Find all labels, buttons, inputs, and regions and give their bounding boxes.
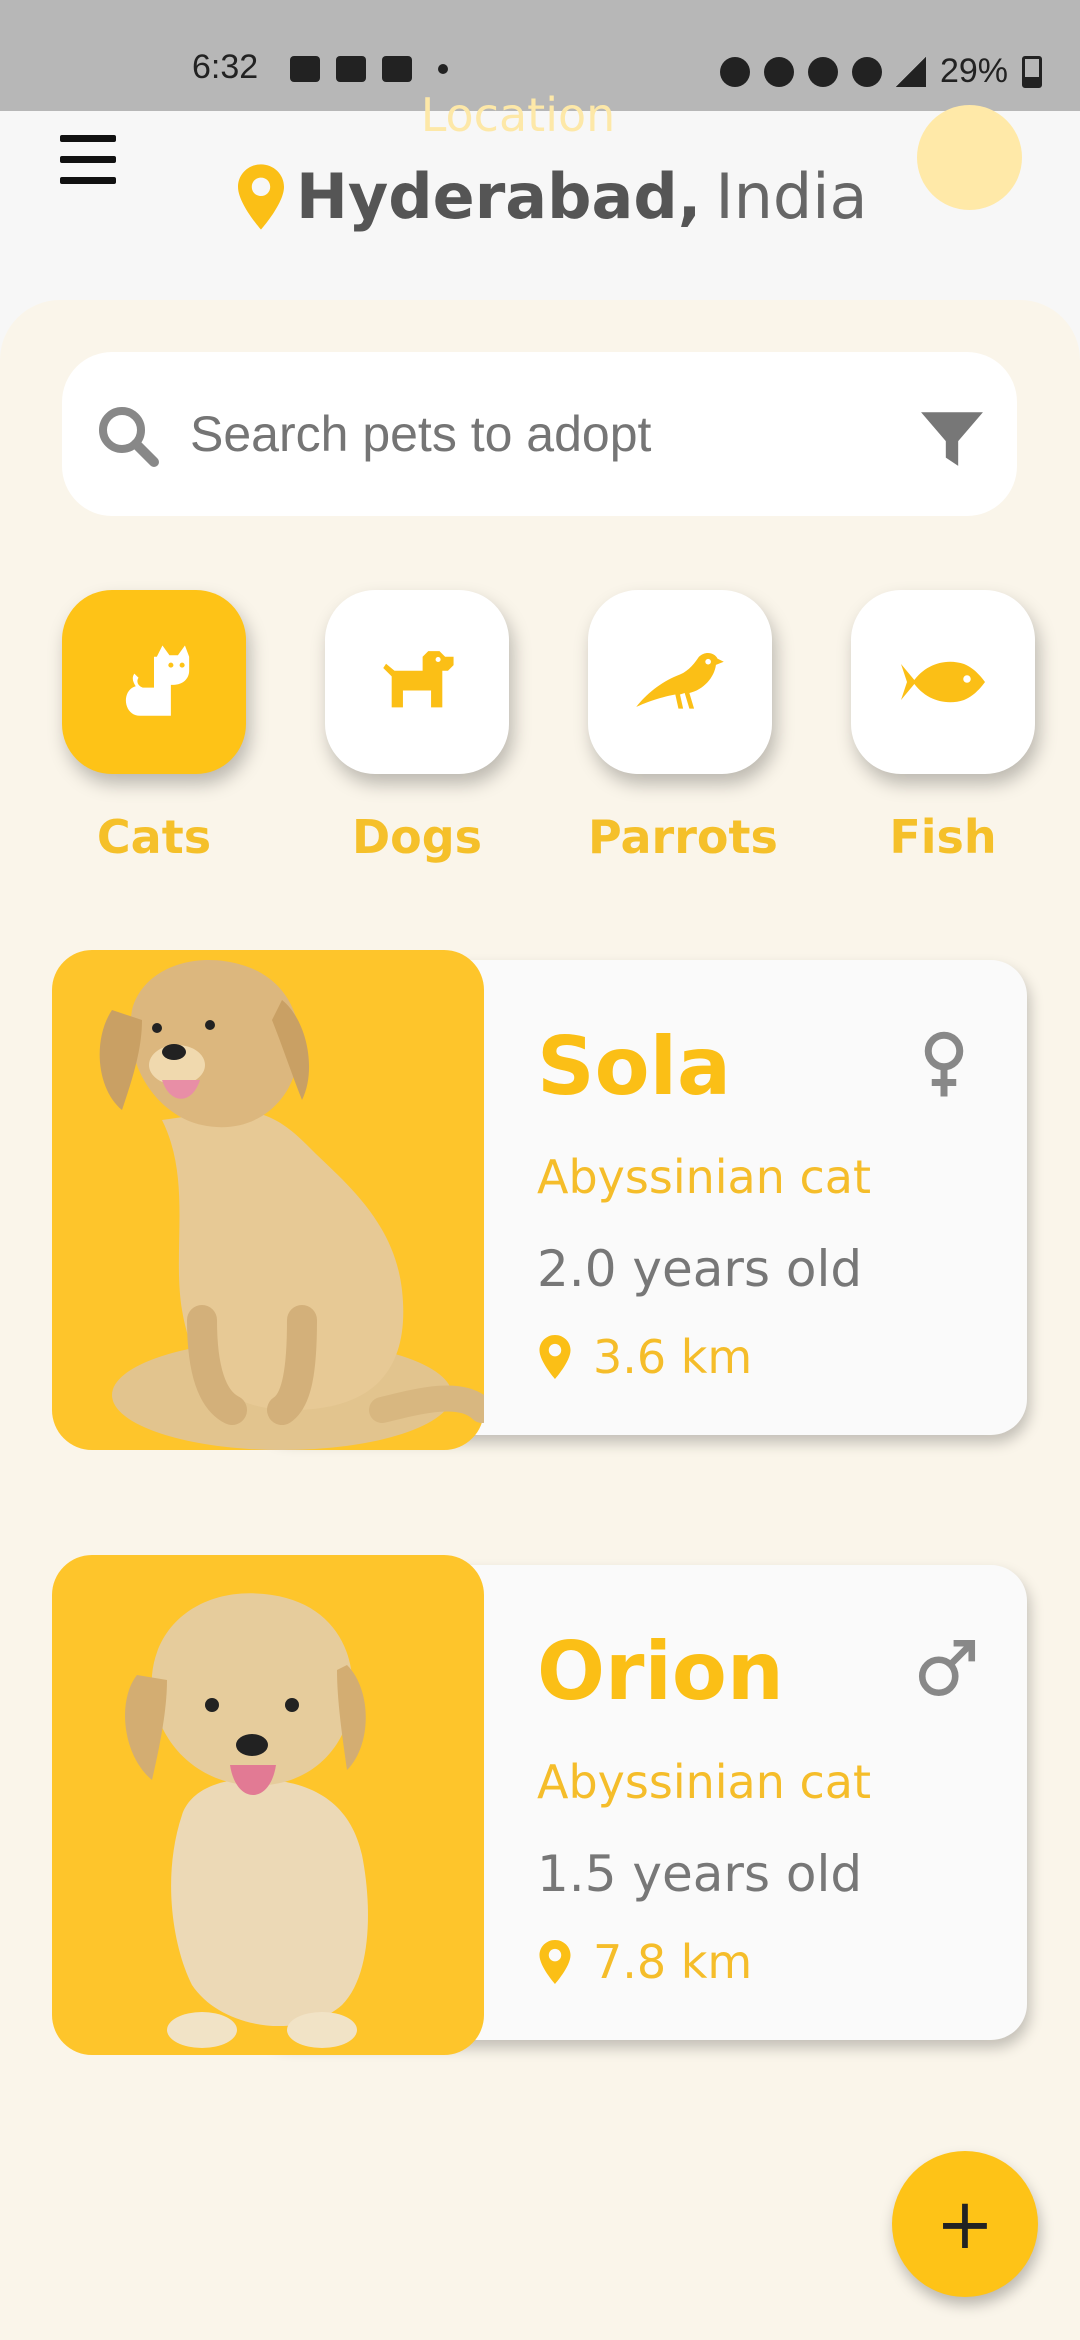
notification-icons [290,56,448,82]
location-label: Location [420,88,616,142]
city-name: Hyderabad, [296,160,702,233]
pet-distance: 7.8 km [593,1935,753,1989]
location-pin-icon [539,1335,571,1379]
battery-icon [1022,55,1042,88]
category-fish[interactable] [851,590,1035,774]
status-time: 6:32 [192,48,259,86]
search-icon [99,407,159,467]
pet-distance: 3.6 km [593,1330,753,1384]
pet-breed: Abyssinian cat [537,1150,872,1204]
gallery-icon [290,56,320,82]
pet-name: Orion [537,1625,784,1718]
system-icons: 29% [719,52,1042,91]
dog-photo-icon [99,960,484,1450]
youtube-icon [382,56,412,82]
location-pin-icon [539,1940,571,1984]
mute-icon [763,56,794,87]
pet-distance-row: 3.6 km [539,1330,752,1384]
category-label-cats: Cats [96,810,212,864]
pet-card[interactable]: Sola Abyssinian cat 2.0 years old 3.6 km [52,950,1027,1450]
category-label-dogs: Dogs [351,810,483,864]
pet-photo [52,1555,484,2055]
country-name: India [715,160,868,233]
avatar[interactable] [917,105,1022,210]
more-notifications-icon [438,64,448,74]
filter-icon[interactable] [919,406,985,472]
pet-age: 2.0 years old [537,1240,863,1298]
search-input[interactable] [190,402,840,466]
add-pet-button[interactable]: + [892,2151,1038,2297]
plus-icon: + [935,2183,995,2265]
category-label-parrots: Parrots [588,810,778,864]
pet-name: Sola [537,1020,731,1113]
search-bar [62,352,1017,516]
bird-icon [636,653,724,709]
menu-icon[interactable] [60,135,116,185]
category-parrots[interactable] [588,590,772,774]
category-dogs[interactable] [325,590,509,774]
signal-icon [895,56,926,87]
wifi-calling-icon [851,56,882,87]
wifi-icon [807,56,838,87]
cat-icon [125,645,190,716]
calendar-icon [336,56,366,82]
category-cats[interactable] [62,590,246,774]
battery-percent: 29% [939,52,1008,90]
puppy-photo-icon [125,1593,368,2048]
male-icon [918,1639,976,1697]
alarm-icon [719,56,750,87]
pet-photo [52,950,484,1450]
pet-age: 1.5 years old [537,1845,863,1903]
pet-breed: Abyssinian cat [537,1755,872,1809]
female-icon [924,1031,964,1097]
dog-icon [383,651,454,708]
pet-distance-row: 7.8 km [539,1935,752,1989]
fish-icon [901,661,985,703]
location-selector[interactable]: Hyderabad, India [238,160,867,233]
category-label-fish: Fish [889,810,997,864]
pet-card[interactable]: Orion Abyssinian cat 1.5 years old 7.8 k… [52,1555,1027,2055]
location-pin-icon [238,163,284,230]
